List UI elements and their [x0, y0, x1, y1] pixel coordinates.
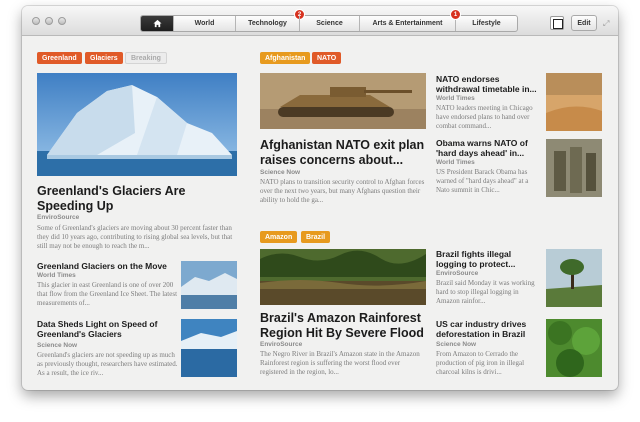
section-tabs: World Technology 2 Science Arts & Enterta…: [140, 9, 518, 32]
tag-breaking[interactable]: Breaking: [125, 52, 167, 64]
lead-story-title[interactable]: Greenland's Glaciers Are Speeding Up: [37, 184, 237, 214]
rainforest-image[interactable]: [260, 249, 426, 305]
lead-story-summary: Some of Greenland's glaciers are moving …: [37, 224, 233, 251]
story-title[interactable]: Afghanistan NATO exit plan raises concer…: [260, 138, 428, 168]
notification-badge: 1: [450, 9, 461, 20]
tab-world[interactable]: World: [173, 16, 235, 31]
tab-label: World: [194, 20, 215, 27]
story-summary: NATO leaders meeting in Chicago have end…: [436, 104, 533, 131]
story-title[interactable]: Obama warns NATO of 'hard days ahead' in…: [436, 138, 542, 158]
story-source: Science Now: [260, 169, 301, 176]
story-source: World Times: [436, 95, 475, 102]
story-source: Science Now: [37, 342, 78, 349]
story-source: World Times: [436, 159, 475, 166]
story-source: Science Now: [436, 341, 477, 348]
story-summary: Greenland's glaciers are not speeding up…: [37, 351, 178, 378]
soldiers-thumbnail[interactable]: [546, 139, 602, 197]
story-title[interactable]: US car industry drives deforestation in …: [436, 319, 542, 339]
fullscreen-icon[interactable]: ⤢: [603, 19, 609, 29]
minimize-window-button[interactable]: [45, 17, 53, 25]
toolbar: World Technology 2 Science Arts & Enterta…: [22, 6, 618, 36]
story-title[interactable]: Greenland Glaciers on the Move: [37, 261, 182, 271]
tab-technology[interactable]: Technology 2: [235, 9, 305, 31]
tag-amazon[interactable]: Amazon: [260, 231, 298, 243]
story-summary: From Amazon to Cerrado the production of…: [436, 350, 525, 377]
zoom-window-button[interactable]: [58, 17, 66, 25]
tag-nato[interactable]: NATO: [312, 52, 342, 64]
tag-glaciers[interactable]: Glaciers: [85, 52, 123, 64]
story-summary: The Negro River in Brazil's Amazon state…: [260, 350, 420, 377]
story-source: EnviroSource: [436, 270, 479, 277]
glacier-thumbnail[interactable]: [181, 261, 237, 309]
ice-thumbnail[interactable]: [181, 319, 237, 377]
layout-toggle-button[interactable]: [550, 16, 564, 30]
glacier-lead-image[interactable]: [37, 73, 237, 176]
story-title[interactable]: Brazil's Amazon Rainforest Region Hit By…: [260, 311, 428, 341]
story-source: EnviroSource: [260, 341, 303, 348]
edit-button[interactable]: Edit: [571, 15, 597, 31]
forest-thumbnail[interactable]: [546, 319, 602, 377]
tab-lifestyle[interactable]: Lifestyle 1: [450, 9, 517, 31]
tag-brazil[interactable]: Brazil: [301, 231, 331, 243]
story-summary: Brazil said Monday it was working hard t…: [436, 279, 535, 306]
story-source: World Times: [37, 272, 76, 279]
tab-home[interactable]: [141, 16, 173, 31]
tab-label: Science: [316, 20, 343, 27]
tag-afghanistan[interactable]: Afghanistan: [260, 52, 311, 64]
app-window: World Technology 2 Science Arts & Enterta…: [22, 6, 618, 390]
tank-image[interactable]: [260, 73, 426, 129]
tab-label: Arts & Entertainment: [372, 20, 443, 27]
news-grid: Greenland Glaciers Breaking Greenland's …: [22, 37, 618, 390]
tab-label: Technology: [248, 20, 287, 27]
story-summary: This glacier in east Greenland is one of…: [37, 281, 178, 308]
lead-story-source: EnviroSource: [37, 214, 80, 221]
story-title[interactable]: Brazil fights illegal logging to protect…: [436, 249, 542, 269]
home-icon: [152, 19, 162, 28]
tab-label: Lifestyle: [472, 20, 501, 27]
nato-thumbnail[interactable]: [546, 73, 602, 131]
story-title[interactable]: NATO endorses withdrawal timetable in...: [436, 74, 542, 94]
logging-thumbnail[interactable]: [546, 249, 602, 307]
close-window-button[interactable]: [32, 17, 40, 25]
story-summary: US President Barack Obama has warned of …: [436, 168, 529, 195]
window-controls: [32, 17, 66, 25]
story-title[interactable]: Data Sheds Light on Speed of Greenland's…: [37, 319, 182, 339]
tab-arts-entertainment[interactable]: Arts & Entertainment: [359, 16, 455, 31]
story-summary: NATO plans to transition security contro…: [260, 178, 425, 205]
tag-greenland[interactable]: Greenland: [37, 52, 82, 64]
tab-science[interactable]: Science: [299, 16, 359, 31]
